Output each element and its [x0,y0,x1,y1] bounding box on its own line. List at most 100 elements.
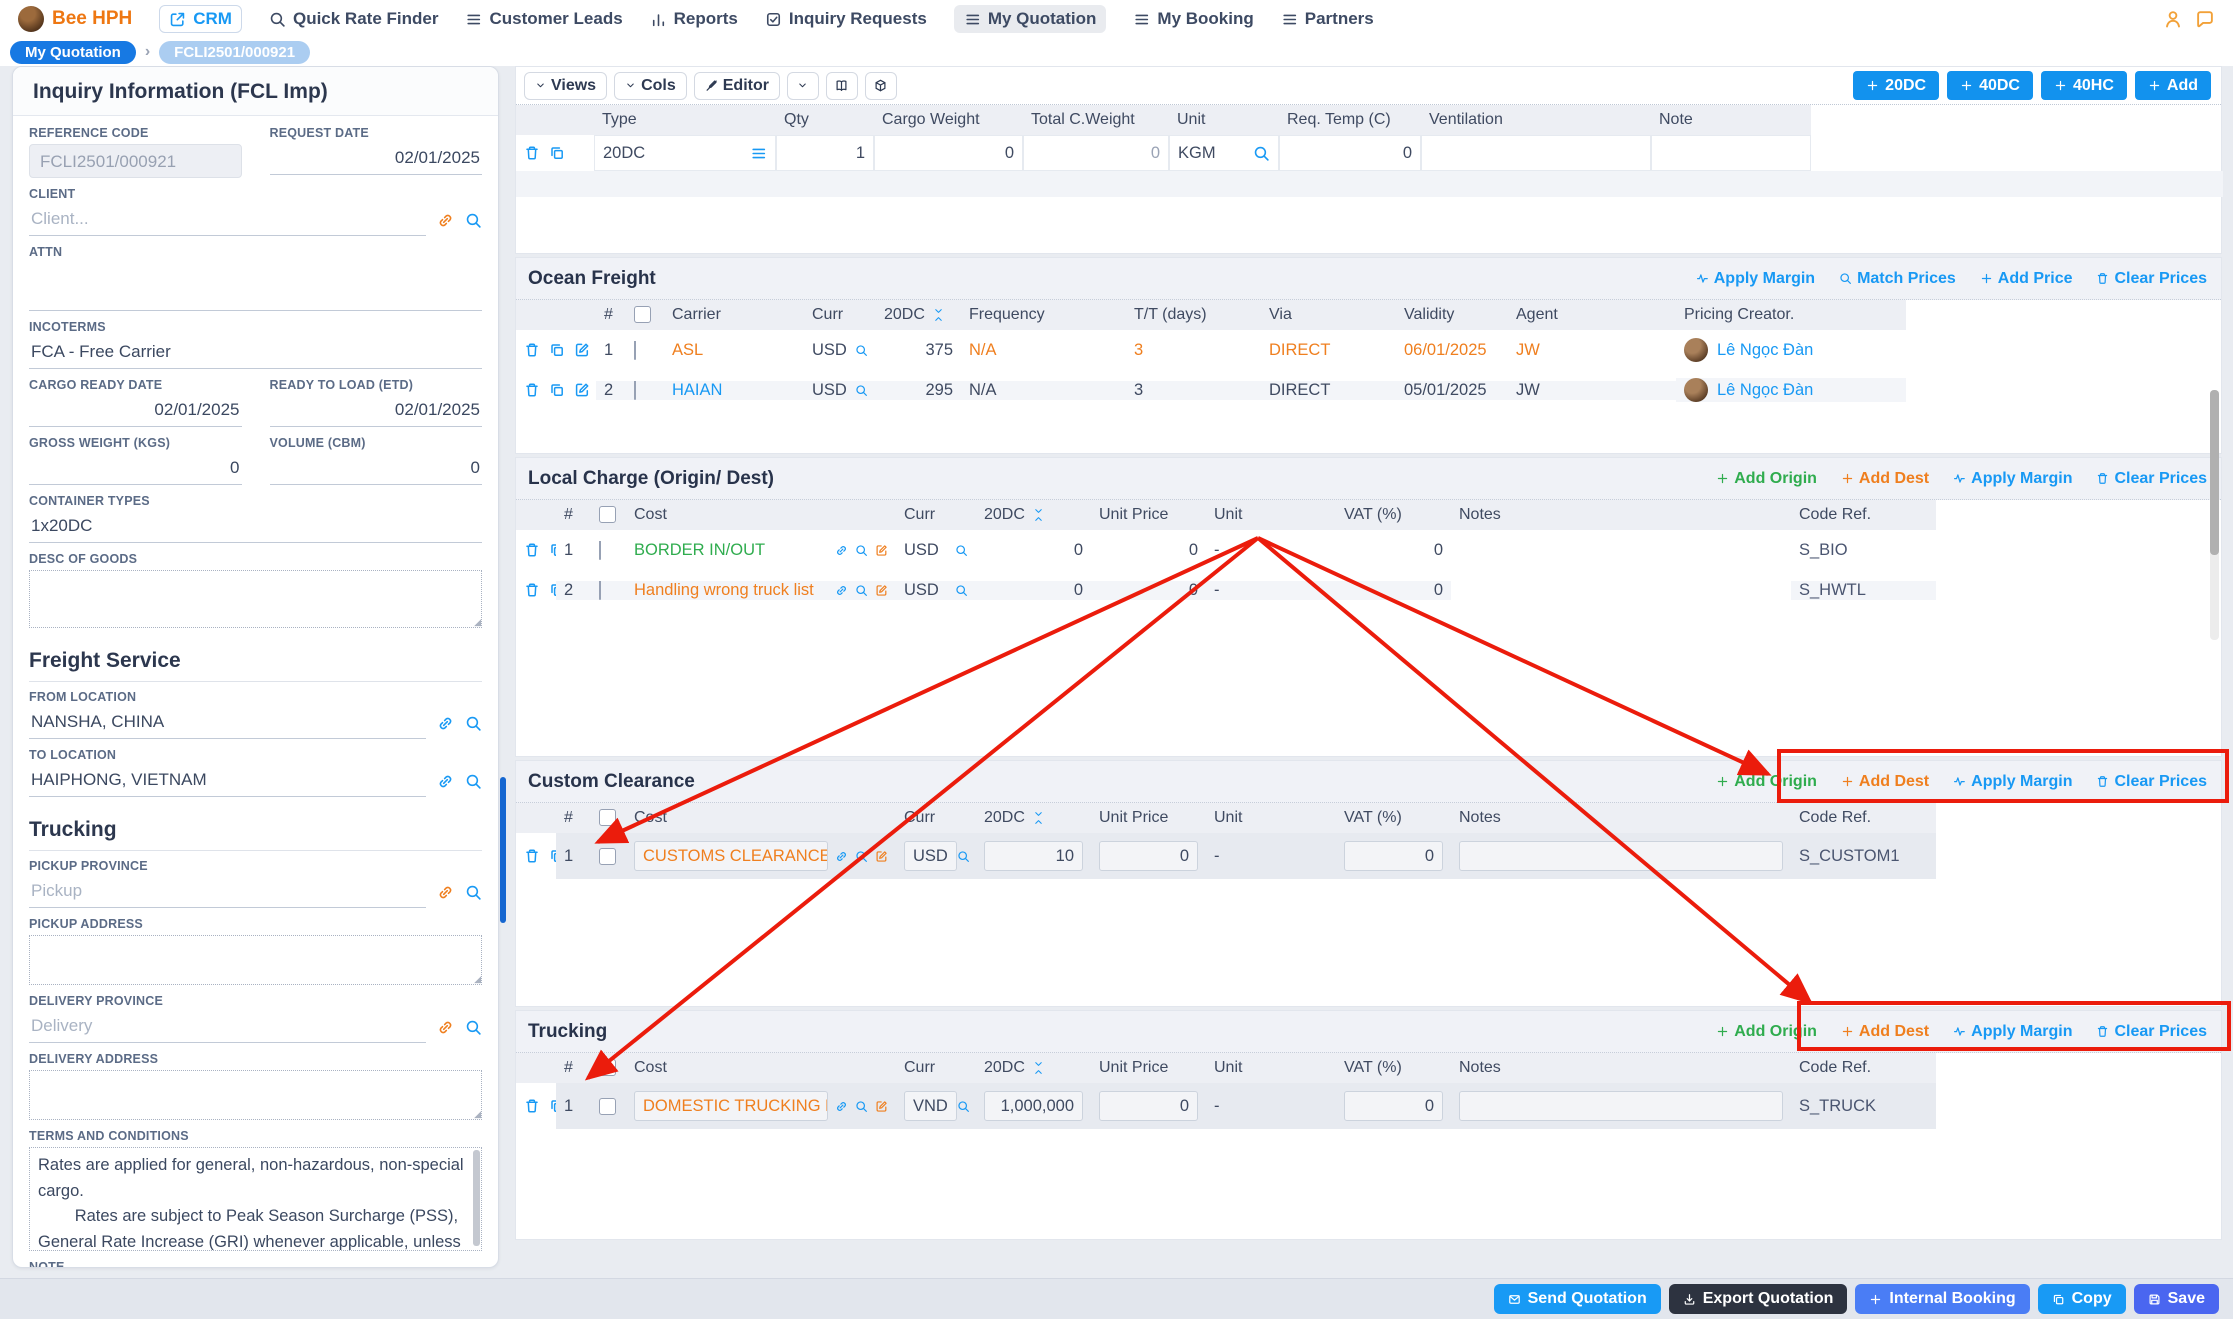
copy-icon[interactable] [549,1098,556,1114]
link-icon[interactable] [437,884,454,901]
request-date-field[interactable]: 02/01/2025 [270,144,483,175]
tt-cell[interactable]: 3 [1126,341,1261,360]
link-icon[interactable] [437,773,454,790]
list-select-icon[interactable] [750,145,767,162]
views-button[interactable]: Views [524,72,607,100]
add-dest-button[interactable]: Add Dest [1841,1023,1929,1041]
export-quotation-button[interactable]: Export Quotation [1669,1284,1848,1314]
rate-20dc-cell[interactable]: 0 [976,581,1091,600]
apply-margin-button[interactable]: Apply Margin [1696,270,1815,288]
via-cell[interactable]: DIRECT [1261,341,1396,360]
panel-scrollbar-thumb[interactable] [500,777,506,923]
trash-icon[interactable] [524,1098,540,1114]
rate-20dc-cell[interactable]: 0 [976,541,1091,560]
cargo-weight-cell[interactable]: 0 [874,135,1023,171]
link-icon[interactable] [437,715,454,732]
clear-prices-button[interactable]: Clear Prices [2096,470,2207,488]
more-dropdown-button[interactable] [787,72,819,100]
search-icon[interactable] [957,850,970,863]
terms-textarea[interactable]: Rates are applied for general, non-hazar… [29,1147,482,1251]
search-icon[interactable] [855,584,868,597]
pricing-creator-cell[interactable]: Lê Ngọc Đàn [1676,338,1906,362]
notes-input[interactable] [1459,841,1783,871]
vat-cell[interactable]: 0 [1336,541,1451,560]
search-icon[interactable] [465,773,482,790]
unit-cell[interactable]: - [1206,1083,1336,1129]
to-location-field[interactable]: HAIPHONG, VIETNAM [29,766,426,797]
row-checkbox[interactable] [599,1098,616,1115]
agent-cell[interactable]: JW [1508,381,1676,400]
internal-booking-button[interactable]: Internal Booking [1855,1284,2029,1314]
search-icon[interactable] [855,544,868,557]
nav-item-inquiry-requests[interactable]: Inquiry Requests [765,9,927,29]
link-icon[interactable] [835,544,848,557]
sort-icons[interactable] [1033,810,1044,826]
copy-icon[interactable] [549,542,556,558]
match-prices-button[interactable]: Match Prices [1839,270,1956,288]
trash-icon[interactable] [524,145,540,161]
nav-item-partners[interactable]: Partners [1281,9,1374,29]
send-quotation-button[interactable]: Send Quotation [1494,1284,1661,1314]
unit-price-cell[interactable]: 0 [1091,541,1206,560]
cost-cell[interactable]: DOMESTIC TRUCKING FEE [626,1083,896,1129]
curr-cell[interactable]: USD [896,581,976,600]
chat-bubble-icon[interactable] [2195,9,2215,29]
search-icon[interactable] [465,212,482,229]
copy-icon[interactable] [549,145,565,161]
note-cell[interactable] [1651,135,1811,171]
search-icon[interactable] [465,884,482,901]
edit-icon[interactable] [875,1100,888,1113]
notes-input[interactable] [1459,1091,1783,1121]
pickup-province-field[interactable]: Pickup [29,877,426,908]
rate-20dc-input[interactable]: 1,000,000 [984,1091,1083,1121]
apply-margin-button[interactable]: Apply Margin [1953,1023,2072,1041]
search-icon[interactable] [855,384,868,397]
copy-icon[interactable] [549,382,565,398]
frequency-cell[interactable]: N/A [961,341,1126,360]
nav-item-customer-leads[interactable]: Customer Leads [465,9,622,29]
add-origin-button[interactable]: Add Origin [1716,470,1817,488]
unit-cell[interactable]: KGM [1169,135,1279,171]
nav-item-my-booking[interactable]: My Booking [1133,9,1253,29]
req-temp-cell[interactable]: 0 [1279,135,1421,171]
ventilation-cell[interactable] [1421,135,1651,171]
curr-input[interactable]: USD [904,841,957,871]
edit-icon[interactable] [875,850,888,863]
container-types-field[interactable]: 1x20DC [29,512,482,543]
edit-icon[interactable] [875,544,888,557]
book-button[interactable] [826,72,858,100]
nav-item-reports[interactable]: Reports [650,9,738,29]
ready-to-load-field[interactable]: 02/01/2025 [270,396,483,427]
breadcrumb-root[interactable]: My Quotation [10,41,136,64]
validity-cell[interactable]: 05/01/2025 [1396,381,1508,400]
row-checkbox[interactable] [599,541,601,560]
curr-cell[interactable]: USD [896,541,976,560]
sort-icons[interactable] [933,307,944,323]
trash-icon[interactable] [524,342,540,358]
unit-cell[interactable]: - [1206,541,1336,560]
gross-weight-field[interactable]: 0 [29,454,242,485]
attn-field[interactable] [29,263,482,311]
add-origin-button[interactable]: Add Origin [1716,773,1817,791]
delivery-address-textarea[interactable] [29,1070,482,1120]
frequency-cell[interactable]: N/A [961,381,1126,400]
unit-price-input[interactable]: 0 [1099,1091,1198,1121]
scrollbar-thumb[interactable] [2210,390,2219,555]
search-icon[interactable] [855,850,868,863]
row-checkbox[interactable] [599,581,601,600]
rate-20dc-cell[interactable]: 375 [876,341,961,360]
unit-price-input[interactable]: 0 [1099,841,1198,871]
rate-20dc-input[interactable]: 10 [984,841,1083,871]
vat-input[interactable]: 0 [1344,1091,1443,1121]
qty-cell[interactable]: 1 [776,135,874,171]
select-all-checkbox[interactable] [599,809,616,826]
carrier-cell[interactable]: ASL [664,341,804,360]
row-checkbox[interactable] [599,848,616,865]
type-cell[interactable]: 20DC [594,135,776,171]
nav-item-crm[interactable]: CRM [159,5,242,33]
select-all-checkbox[interactable] [634,306,651,323]
clear-prices-button[interactable]: Clear Prices [2096,270,2207,288]
volume-field[interactable]: 0 [270,454,483,485]
vat-cell[interactable]: 0 [1336,581,1451,600]
carrier-cell[interactable]: HAIAN [664,381,804,400]
